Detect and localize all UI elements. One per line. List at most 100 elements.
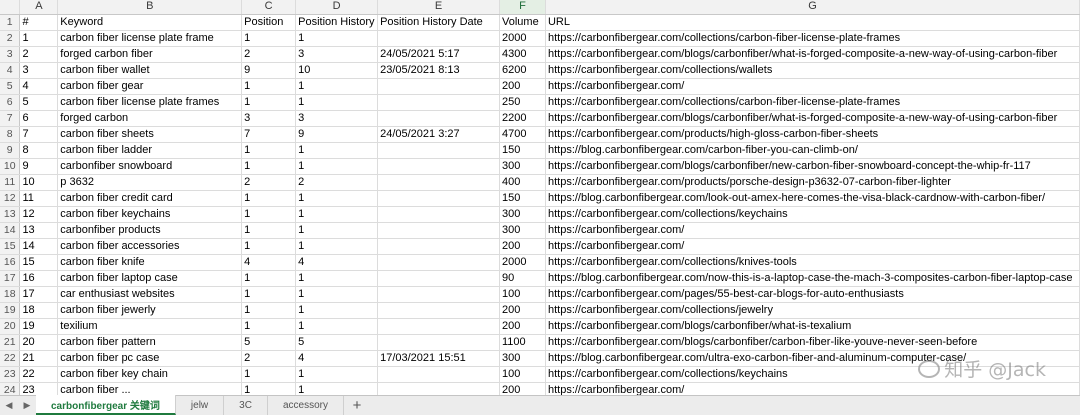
row-number[interactable]: 18 (0, 286, 21, 303)
cell-position[interactable]: 1 (241, 302, 297, 319)
cell-index[interactable]: 11 (19, 190, 59, 207)
row-number[interactable]: 11 (0, 174, 21, 191)
cell-position-history[interactable]: 1 (295, 222, 379, 239)
cell-position-history[interactable]: 4 (295, 350, 379, 367)
cell-volume[interactable]: 300 (499, 206, 546, 223)
cell-volume[interactable]: Volume (499, 14, 546, 31)
row-number[interactable]: 13 (0, 206, 21, 223)
row-number[interactable]: 5 (0, 78, 21, 95)
cell-index[interactable]: 4 (19, 78, 59, 95)
cell-index[interactable]: 16 (19, 270, 59, 287)
cell-position-history[interactable]: 5 (295, 334, 379, 351)
cell-keyword[interactable]: carbon fiber credit card (57, 190, 243, 207)
row-number[interactable]: 10 (0, 158, 21, 175)
cell-index[interactable]: 18 (19, 302, 59, 319)
cell-volume[interactable]: 2000 (499, 254, 546, 271)
cell-position-history-date[interactable] (377, 334, 500, 351)
cell-position-history-date[interactable] (377, 174, 500, 191)
prev-sheet-icon[interactable]: ◀ (0, 396, 18, 415)
cell-keyword[interactable]: carbon fiber accessories (57, 238, 243, 255)
sheet-tab-carbonfibergear[interactable]: carbonfibergear 关键词 (36, 395, 176, 415)
cell-url[interactable]: https://carbonfibergear.com/collections/… (545, 254, 1080, 271)
row-number[interactable]: 3 (0, 46, 21, 63)
cell-url[interactable]: https://carbonfibergear.com/blogs/carbon… (545, 334, 1080, 351)
row-number[interactable]: 15 (0, 238, 21, 255)
cell-keyword[interactable]: carbon fiber ... (57, 382, 243, 395)
cell-position[interactable]: 5 (241, 334, 297, 351)
cell-position[interactable]: 2 (241, 174, 297, 191)
cell-url[interactable]: https://blog.carbonfibergear.com/look-ou… (545, 190, 1080, 207)
cell-url[interactable]: https://carbonfibergear.com/blogs/carbon… (545, 158, 1080, 175)
sheet-tab-jelw[interactable]: jelw (176, 396, 225, 415)
row-number[interactable]: 19 (0, 302, 21, 319)
cell-keyword[interactable]: p 3632 (57, 174, 243, 191)
column-header-c[interactable]: C (241, 0, 297, 15)
cell-url[interactable]: https://carbonfibergear.com/ (545, 238, 1080, 255)
cell-position[interactable]: 1 (241, 318, 297, 335)
cell-index[interactable]: 2 (19, 46, 59, 63)
cell-position-history-date[interactable] (377, 254, 500, 271)
cell-keyword[interactable]: carbon fiber ladder (57, 142, 243, 159)
cell-index[interactable]: 10 (19, 174, 59, 191)
cell-keyword[interactable]: forged carbon fiber (57, 46, 243, 63)
add-sheet-button[interactable]: + (344, 396, 370, 415)
cell-position[interactable]: 3 (241, 110, 297, 127)
cell-index[interactable]: 7 (19, 126, 59, 143)
cell-keyword[interactable]: carbon fiber knife (57, 254, 243, 271)
cell-volume[interactable]: 400 (499, 174, 546, 191)
row-number[interactable]: 20 (0, 318, 21, 335)
cell-keyword[interactable]: carbon fiber wallet (57, 62, 243, 79)
cell-position[interactable]: 1 (241, 222, 297, 239)
cell-index[interactable]: 23 (19, 382, 59, 395)
cell-position-history[interactable]: 3 (295, 46, 379, 63)
cell-position-history[interactable]: 1 (295, 206, 379, 223)
cell-position-history[interactable]: 9 (295, 126, 379, 143)
cell-keyword[interactable]: texilium (57, 318, 243, 335)
cell-volume[interactable]: 300 (499, 350, 546, 367)
cell-volume[interactable]: 200 (499, 78, 546, 95)
cell-position-history-date[interactable] (377, 158, 500, 175)
row-number[interactable]: 4 (0, 62, 21, 79)
cell-volume[interactable]: 1100 (499, 334, 546, 351)
cell-position-history-date[interactable] (377, 382, 500, 395)
column-header-b[interactable]: B (57, 0, 243, 15)
next-sheet-icon[interactable]: ▶ (18, 396, 36, 415)
cell-position-history-date[interactable] (377, 78, 500, 95)
cell-keyword[interactable]: carbon fiber keychains (57, 206, 243, 223)
cell-position-history-date[interactable] (377, 110, 500, 127)
cell-position[interactable]: 1 (241, 142, 297, 159)
cell-position-history[interactable]: 1 (295, 190, 379, 207)
cell-volume[interactable]: 150 (499, 142, 546, 159)
cell-position-history-date[interactable] (377, 286, 500, 303)
cell-index[interactable]: 20 (19, 334, 59, 351)
cell-position-history[interactable]: 3 (295, 110, 379, 127)
cell-volume[interactable]: 6200 (499, 62, 546, 79)
row-number[interactable]: 9 (0, 142, 21, 159)
cell-keyword[interactable]: carbon fiber gear (57, 78, 243, 95)
cell-keyword[interactable]: carbon fiber pattern (57, 334, 243, 351)
cell-position[interactable]: 1 (241, 238, 297, 255)
row-number[interactable]: 21 (0, 334, 21, 351)
data-table[interactable]: A B C D E F G 1 # Keyword Position Position … (0, 0, 1080, 395)
cell-position-history-date[interactable] (377, 30, 500, 47)
cell-url[interactable]: https://blog.carbonfibergear.com/ultra-e… (545, 350, 1080, 367)
cell-index[interactable]: 17 (19, 286, 59, 303)
cell-volume[interactable]: 4700 (499, 126, 546, 143)
row-number[interactable]: 7 (0, 110, 21, 127)
cell-url[interactable]: https://carbonfibergear.com/ (545, 78, 1080, 95)
cell-volume[interactable]: 100 (499, 366, 546, 383)
cell-keyword[interactable]: carbon fiber laptop case (57, 270, 243, 287)
cell-url[interactable]: https://carbonfibergear.com/collections/… (545, 62, 1080, 79)
cell-position-history[interactable]: 1 (295, 318, 379, 335)
cell-index[interactable]: 1 (19, 30, 59, 47)
cell-position-history[interactable]: 1 (295, 238, 379, 255)
cell-position-history[interactable]: 1 (295, 78, 379, 95)
cell-keyword[interactable]: carbon fiber license plate frames (57, 94, 243, 111)
cell-position-history-date[interactable] (377, 270, 500, 287)
cell-position-history[interactable]: 1 (295, 270, 379, 287)
cell-url[interactable]: https://carbonfibergear.com/collections/… (545, 302, 1080, 319)
cell-url[interactable]: URL (545, 14, 1080, 31)
cell-volume[interactable]: 100 (499, 286, 546, 303)
row-number[interactable]: 24 (0, 382, 21, 395)
cell-volume[interactable]: 90 (499, 270, 546, 287)
